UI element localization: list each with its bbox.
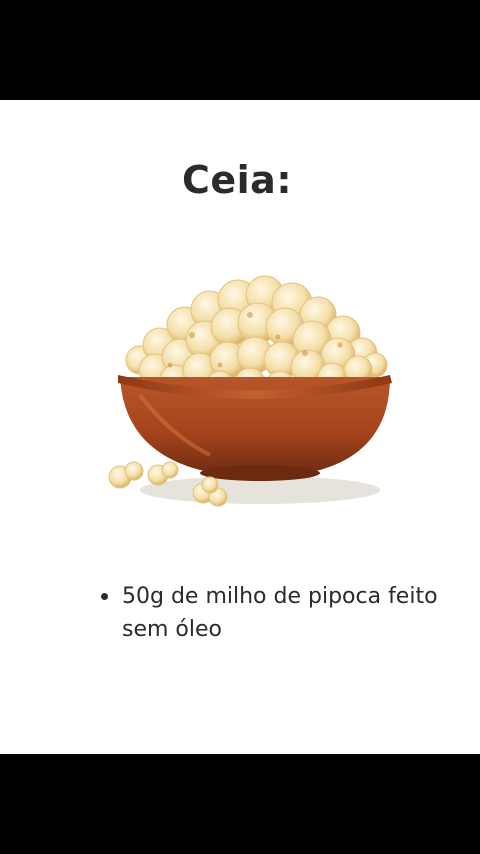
- slide-content: Ceia: 50g de milho de pipoca feito sem ó…: [0, 100, 480, 754]
- slide-title: Ceia:: [181, 158, 293, 202]
- list-item: 50g de milho de pipoca feito sem óleo: [98, 580, 438, 646]
- popcorn-bowl-icon: [100, 265, 400, 525]
- list-item-text: 50g de milho de pipoca feito sem óleo: [122, 584, 438, 642]
- bullet-icon: [101, 593, 108, 600]
- food-list: 50g de milho de pipoca feito sem óleo: [98, 580, 438, 646]
- video-frame: Ceia: 50g de milho de pipoca feito sem ó…: [0, 0, 480, 854]
